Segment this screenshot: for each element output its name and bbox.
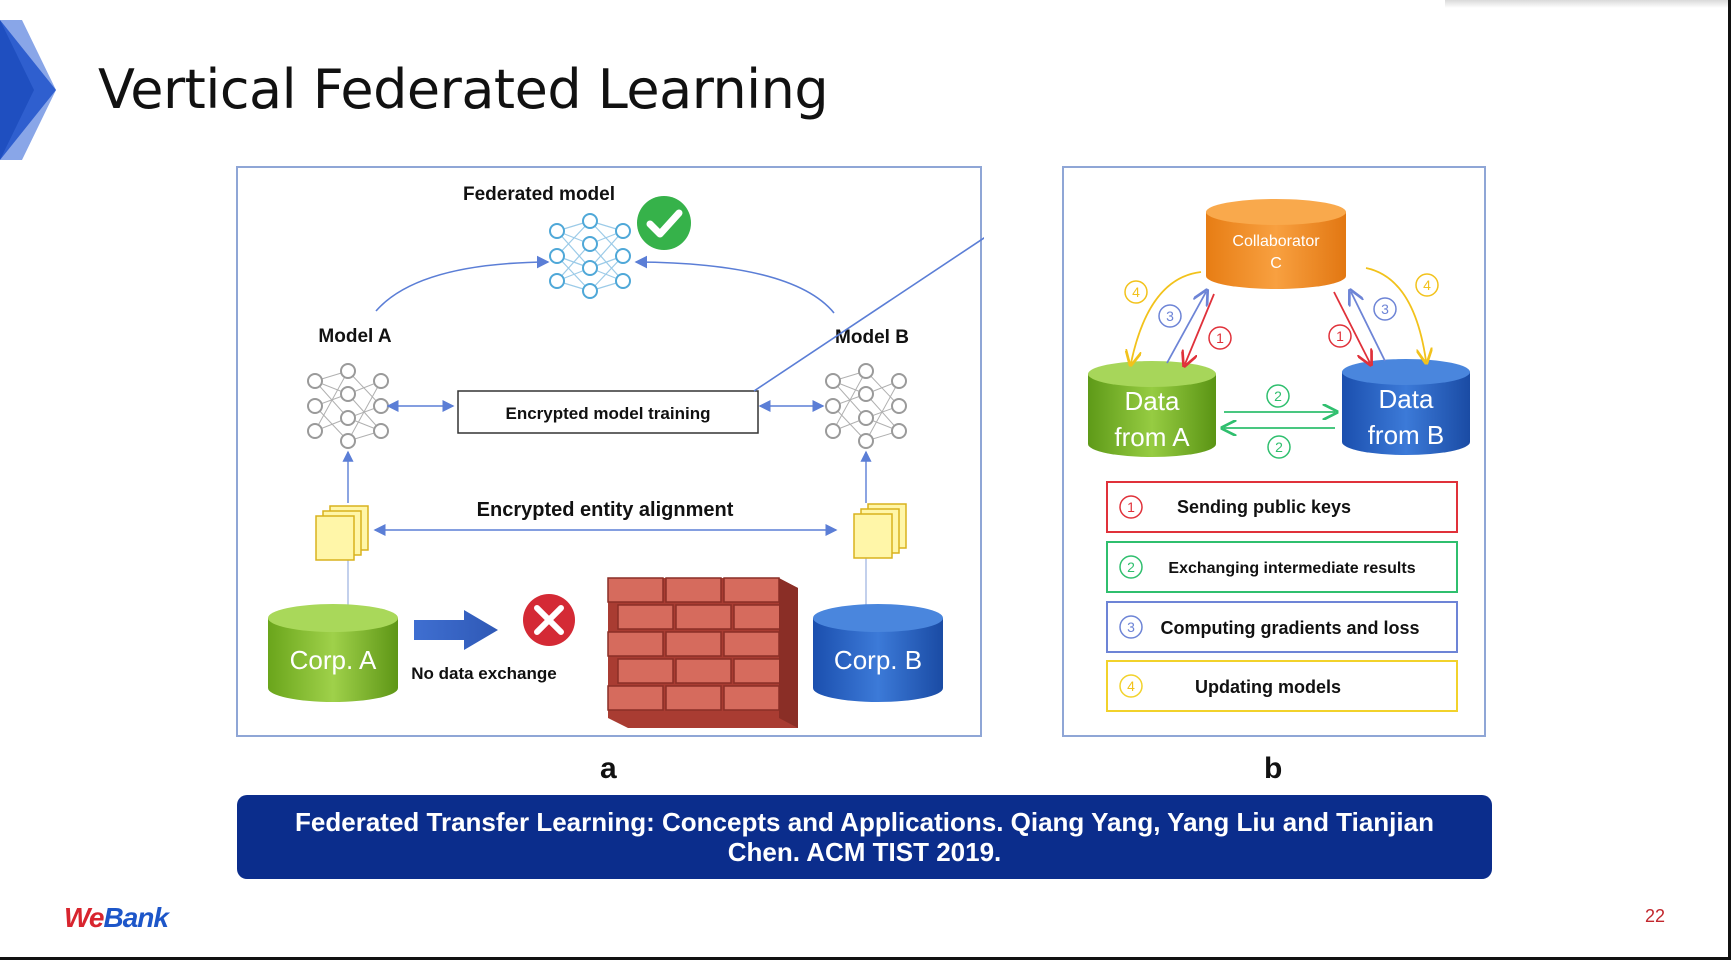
citation-text: Federated Transfer Learning: Concepts an… [295, 807, 1434, 867]
citation-banner: Federated Transfer Learning: Concepts an… [237, 795, 1492, 879]
legend-item-4: 4 Updating models [1106, 660, 1458, 712]
arc-model-b-to-federated [634, 255, 835, 314]
svg-text:1: 1 [1216, 330, 1224, 346]
red-x-icon [523, 594, 575, 646]
collaborator-label-line1: Collaborator [1232, 233, 1320, 250]
corp-a-label: Corp. A [290, 645, 377, 675]
no-data-exchange-label: No data exchange [411, 664, 557, 683]
data-b-label-line1: Data [1379, 384, 1434, 414]
corner-chevron-icon [0, 20, 56, 160]
slide-title: Vertical Federated Learning [98, 58, 829, 121]
federated-network-icon [549, 213, 631, 299]
panel-b-protocol: Collaborator C Data from A Data from B 4 [1062, 166, 1486, 737]
svg-text:3: 3 [1381, 301, 1389, 317]
legend-label-4: Updating models [1195, 677, 1341, 697]
collaborator-label-line2: C [1270, 255, 1282, 272]
data-a-label-line1: Data [1125, 386, 1180, 416]
documents-b-icon [853, 503, 907, 559]
svg-text:2: 2 [1275, 439, 1283, 455]
svg-text:1: 1 [1127, 499, 1135, 515]
panel-b-letter: b [1264, 752, 1283, 785]
encrypted-training-label: Encrypted model training [506, 404, 711, 423]
legend-item-3: 3 Computing gradients and loss [1106, 601, 1458, 653]
svg-text:1: 1 [1336, 328, 1344, 344]
legend-label-3: Computing gradients and loss [1160, 618, 1419, 638]
check-icon [637, 196, 691, 250]
encrypted-alignment-label: Encrypted entity alignment [477, 499, 734, 521]
arc-model-a-to-federated [375, 255, 550, 312]
documents-a-icon [315, 505, 369, 561]
legend-item-1: 1 Sending public keys [1106, 481, 1458, 533]
panel-a-letter: a [600, 752, 617, 785]
data-a-label-line2: from A [1114, 422, 1190, 452]
svg-text:3: 3 [1127, 619, 1135, 635]
svg-text:4: 4 [1127, 678, 1135, 694]
model-b-network-icon [825, 363, 907, 449]
panel-a-diagram: Federated model Model A Model B Encrypte… [268, 184, 984, 728]
panel-b-diagram: Collaborator C Data from A Data from B 4 [1088, 199, 1470, 712]
model-a-label: Model A [318, 326, 391, 347]
svg-text:4: 4 [1132, 284, 1140, 300]
svg-text:3: 3 [1166, 308, 1174, 324]
legend-label-2: Exchanging intermediate results [1168, 560, 1415, 577]
panel-a-vertical-fl-overview: Federated model Model A Model B Encrypte… [236, 166, 984, 737]
legend-label-1: Sending public keys [1177, 497, 1351, 517]
brick-wall-icon [607, 577, 798, 728]
no-exchange-arrow-icon [414, 610, 498, 650]
top-shadow [1445, 0, 1731, 8]
data-b-label-line2: from B [1368, 420, 1445, 450]
legend-item-2: 2 Exchanging intermediate results [1106, 541, 1458, 593]
svg-text:2: 2 [1127, 559, 1135, 575]
webank-logo: WeBank [64, 902, 169, 933]
svg-text:2: 2 [1274, 388, 1282, 404]
federated-model-label: Federated model [463, 184, 615, 205]
svg-text:4: 4 [1423, 277, 1431, 293]
corp-b-label: Corp. B [834, 645, 922, 675]
page-number: 22 [1644, 906, 1665, 926]
model-a-network-icon [307, 363, 389, 449]
